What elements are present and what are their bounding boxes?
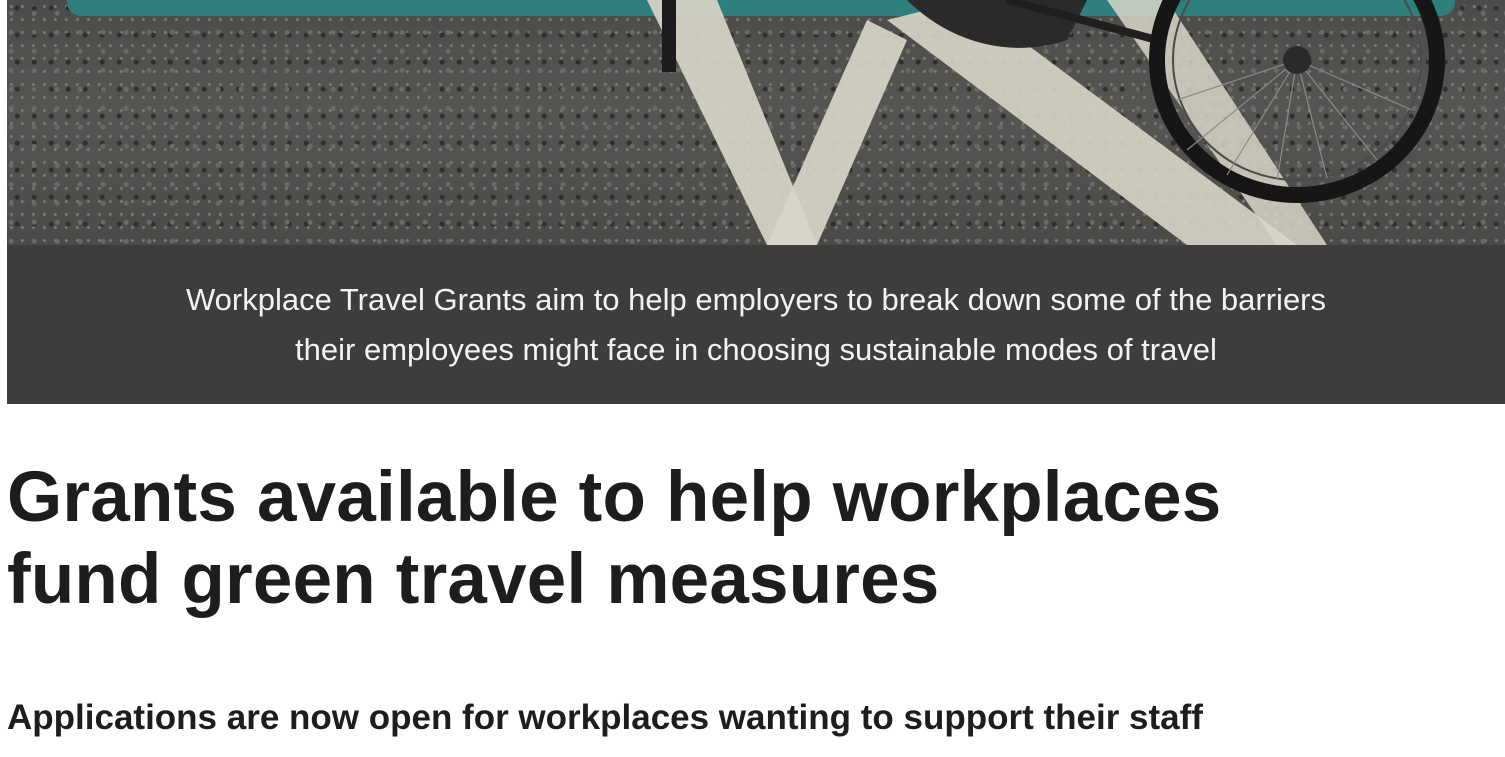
caption-line-2: their employees might face in choosing s… xyxy=(295,331,1217,367)
image-caption: Workplace Travel Grants aim to help empl… xyxy=(7,245,1505,404)
article-title: Grants available to help workplaces fund… xyxy=(7,457,1487,621)
hero-image xyxy=(7,0,1505,245)
parked-bicycle-photo-icon xyxy=(647,0,1445,245)
article-page: Workplace Travel Grants aim to help empl… xyxy=(0,0,1505,757)
caption-line-1: Workplace Travel Grants aim to help empl… xyxy=(185,281,1327,317)
article-standfirst: Applications are now open for workplaces… xyxy=(7,698,1203,737)
article-title-line-1: Grants available to help workplaces xyxy=(7,458,1222,537)
article-title-line-2: fund green travel measures xyxy=(7,540,940,619)
caption-text: Workplace Travel Grants aim to help empl… xyxy=(46,275,1466,375)
